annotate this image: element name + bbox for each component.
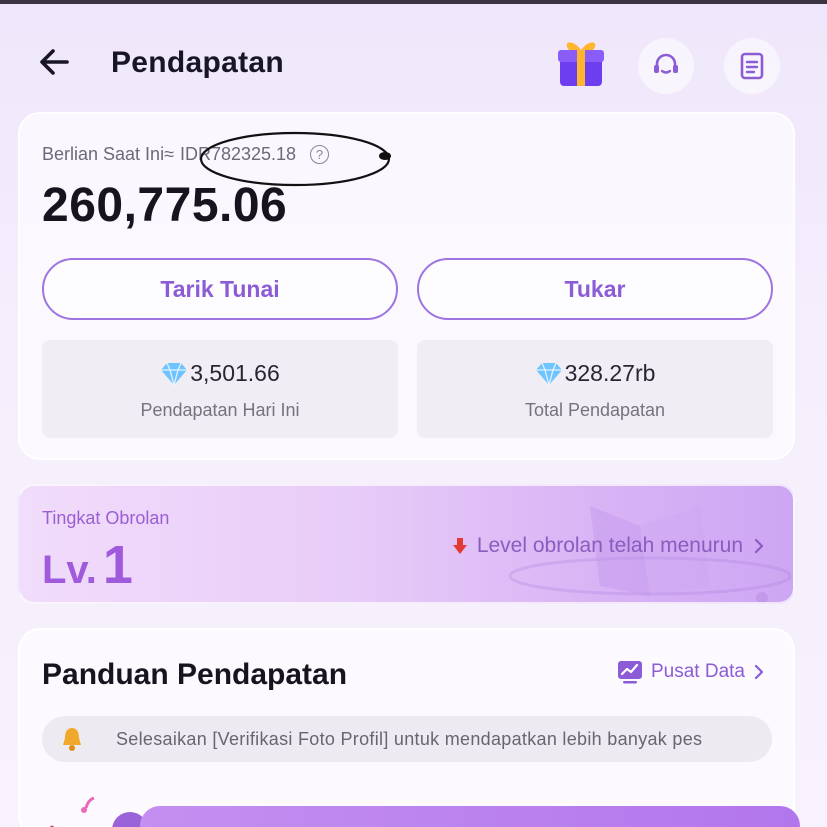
data-center-link[interactable]: Pusat Data	[617, 660, 765, 684]
guide-title: Panduan Pendapatan	[42, 658, 348, 691]
total-income-box: 328.27rb Total Pendapatan	[417, 340, 773, 438]
level-label: Tingkat Obrolan	[42, 508, 170, 528]
chevron-right-icon	[754, 664, 764, 680]
diamond-icon	[161, 362, 188, 387]
income-guide-card: Panduan Pendapatan Pusat Data Selesaikan…	[18, 628, 800, 827]
customer-service-icon	[654, 53, 678, 74]
promo-banner[interactable]	[140, 806, 800, 827]
back-arrow-icon	[40, 49, 69, 75]
help-icon[interactable]: ?	[310, 145, 330, 164]
back-button[interactable]	[34, 42, 74, 82]
records-button[interactable]	[724, 38, 780, 94]
down-arrow-icon	[452, 538, 467, 554]
total-income-label: Total Pendapatan	[524, 400, 666, 420]
today-income-label: Pendapatan Hari Ini	[140, 400, 300, 420]
diamond-icon	[535, 362, 562, 387]
page-title: Pendapatan	[111, 46, 285, 79]
balance-value: 260,775.06	[42, 179, 288, 232]
level-value: Lv. 1	[42, 534, 133, 596]
gift-button[interactable]	[556, 36, 606, 88]
bell-icon	[56, 723, 88, 755]
chart-icon	[618, 661, 642, 684]
notice-banner[interactable]: Selesaikan [Verifikasi Foto Profil] untu…	[42, 716, 772, 762]
gift-icon	[558, 42, 604, 86]
exchange-button[interactable]: Tukar	[417, 258, 773, 320]
balance-label-row: Berlian Saat Ini≈ IDR782325.18 ?	[42, 144, 330, 165]
today-income-box: 3,501.66 Pendapatan Hari Ini	[42, 340, 398, 438]
header: Pendapatan	[0, 4, 827, 112]
notice-text: Selesaikan [Verifikasi Foto Profil] untu…	[116, 728, 703, 749]
level-prefix: Lv.	[42, 548, 97, 592]
today-income-value: 3,501.66	[190, 360, 280, 386]
data-center-label: Pusat Data	[651, 661, 745, 682]
document-icon	[740, 52, 764, 80]
total-income-value: 328.27rb	[564, 360, 656, 386]
customer-service-button[interactable]	[638, 38, 694, 94]
idr-value: IDR782325.18	[179, 144, 297, 164]
chevron-right-icon	[754, 538, 764, 554]
level-status-link[interactable]: Level obrolan telah menurun	[452, 534, 765, 558]
withdraw-button[interactable]: Tarik Tunai	[42, 258, 398, 320]
balance-card: Berlian Saat Ini≈ IDR782325.18 ? 260,775…	[18, 112, 795, 460]
balance-label: Berlian Saat Ini≈	[42, 144, 174, 164]
level-number: 1	[102, 535, 133, 595]
chat-level-card[interactable]: Tingkat Obrolan Lv. 1 Level obrolan tela…	[18, 484, 795, 604]
level-status-text: Level obrolan telah menurun	[476, 534, 743, 557]
